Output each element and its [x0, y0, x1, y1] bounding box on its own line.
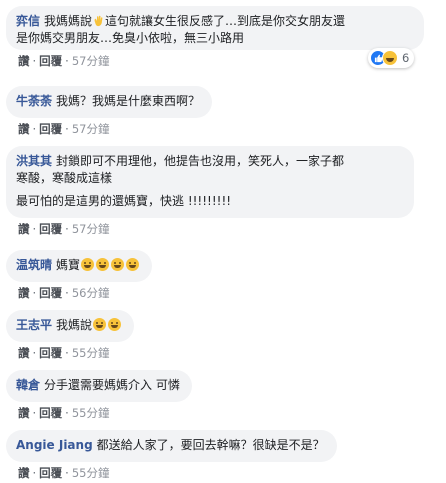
comment-item: 洪其其 封鎖即可不用理他，他提告也沒用，笑死人，一家子都 寒酸，寒酸成這樣 最可怕…	[6, 146, 414, 237]
comment-author[interactable]: 王志平	[16, 318, 52, 332]
comment-timestamp[interactable]: 57分鐘	[72, 54, 110, 68]
reply-link[interactable]: 回覆	[39, 466, 62, 480]
comment-text: 都送給人家了，要回去幹嘛？很缺是不是？	[96, 438, 325, 452]
comment-actions: 讚 · 回覆 · 57分鐘	[18, 122, 212, 137]
separator-dot: ·	[32, 406, 37, 420]
reaction-summary[interactable]: 6	[368, 48, 415, 68]
reply-link[interactable]: 回覆	[39, 286, 62, 300]
comment-text: 我媽媽說	[44, 14, 93, 28]
comment-actions: 讚 · 回覆 · 55分鐘	[18, 346, 134, 361]
comment-actions: 讚 · 回覆 · 57分鐘	[18, 222, 414, 237]
reply-link[interactable]: 回覆	[39, 54, 62, 68]
separator-dot: ·	[65, 406, 69, 420]
comment-item: 弈信 我媽媽說 這句就讓女生很反感了…到底是你交女朋友還 是你媽交男朋友…免臭小依啦…	[6, 6, 424, 69]
separator-dot: ·	[65, 122, 69, 136]
comment-actions: 讚 · 回覆 · 57分鐘	[18, 54, 424, 69]
like-link[interactable]: 讚	[18, 406, 30, 420]
comment-bubble: 温筑晴 媽寶	[6, 250, 153, 282]
separator-dot: ·	[32, 122, 37, 136]
separator-dot: ·	[65, 466, 69, 480]
like-link[interactable]: 讚	[18, 122, 30, 136]
comment-bubble: 王志平 我媽說	[6, 310, 135, 342]
reaction-count: 6	[402, 51, 410, 65]
comment-bubble: Angie Jiang 都送給人家了，要回去幹嘛？很缺是不是？	[6, 430, 337, 462]
like-link[interactable]: 讚	[18, 466, 30, 480]
reply-link[interactable]: 回覆	[39, 122, 62, 136]
comment-item: 牛荼荼 我媽？我媽是什麼東西啊？ 讚 · 回覆 · 57分鐘	[6, 86, 213, 137]
comment-thread: 弈信 我媽媽說 這句就讓女生很反感了…到底是你交女朋友還 是你媽交男朋友…免臭小依啦…	[0, 0, 446, 483]
comment-timestamp[interactable]: 56分鐘	[72, 286, 110, 300]
separator-dot: ·	[65, 346, 69, 360]
separator-dot: ·	[65, 286, 69, 300]
separator-dot: ·	[65, 54, 69, 68]
comment-text: 封鎖即可不用理他，他提告也沒用，笑死人，一家子都	[56, 154, 345, 168]
laughing-emoji-icon	[126, 258, 140, 271]
waving-hand-icon	[94, 15, 103, 27]
separator-dot: ·	[65, 222, 69, 236]
haha-icon	[382, 50, 398, 66]
comment-bubble: 洪其其 封鎖即可不用理他，他提告也沒用，笑死人，一家子都 寒酸，寒酸成這樣 最可怕…	[6, 146, 414, 218]
comment-item: 温筑晴 媽寶 讚 · 回覆 · 56分鐘	[6, 250, 153, 301]
comment-text: 我媽說	[56, 318, 93, 332]
comment-timestamp[interactable]: 55分鐘	[72, 346, 110, 360]
comment-text-line2: 是你媽交男朋友…免臭小依啦，無三小路用	[16, 31, 245, 45]
comment-item: 韓倉 分手還需要媽媽介入 可憐 讚 · 回覆 · 55分鐘	[6, 370, 192, 421]
comment-author[interactable]: 牛荼荼	[16, 94, 52, 108]
comment-text-line3: 最可怕的是這男的還媽寶，快逃 !!!!!!!!!	[16, 194, 232, 208]
comment-text: 媽寶	[56, 258, 81, 272]
comment-timestamp[interactable]: 57分鐘	[72, 222, 110, 236]
comment-author[interactable]: 洪其其	[16, 154, 52, 168]
comment-actions: 讚 · 回覆 · 55分鐘	[18, 466, 337, 481]
comment-text-line2: 寒酸，寒酸成這樣	[16, 171, 113, 185]
comment-bubble: 弈信 我媽媽說 這句就讓女生很反感了…到底是你交女朋友還 是你媽交男朋友…免臭小依啦…	[6, 6, 424, 50]
reply-link[interactable]: 回覆	[39, 222, 62, 236]
comment-author[interactable]: Angie Jiang	[16, 438, 93, 452]
separator-dot: ·	[32, 286, 37, 300]
laughing-emoji-icon	[93, 318, 107, 331]
separator-dot: ·	[32, 346, 37, 360]
separator-dot: ·	[32, 222, 37, 236]
comment-text: 分手還需要媽媽介入 可憐	[44, 378, 180, 392]
like-link[interactable]: 讚	[18, 54, 30, 68]
separator-dot: ·	[32, 54, 37, 68]
comment-author[interactable]: 韓倉	[16, 378, 40, 392]
comment-timestamp[interactable]: 55分鐘	[72, 406, 110, 420]
comment-timestamp[interactable]: 55分鐘	[72, 466, 110, 480]
comment-text-cont: 這句就讓女生很反感了…到底是你交女朋友還	[105, 14, 346, 28]
separator-dot: ·	[32, 466, 37, 480]
comment-timestamp[interactable]: 57分鐘	[72, 122, 110, 136]
laughing-emoji-icon	[96, 258, 110, 271]
comment-bubble: 牛荼荼 我媽？我媽是什麼東西啊？	[6, 86, 213, 118]
laughing-emoji-icon	[108, 318, 122, 331]
comment-actions: 讚 · 回覆 · 56分鐘	[18, 286, 152, 301]
laughing-emoji-icon	[111, 258, 125, 271]
reply-link[interactable]: 回覆	[39, 346, 62, 360]
like-link[interactable]: 讚	[18, 346, 30, 360]
comment-item: 王志平 我媽說 讚 · 回覆 · 55分鐘	[6, 310, 135, 361]
comment-author[interactable]: 温筑晴	[16, 258, 52, 272]
comment-actions: 讚 · 回覆 · 55分鐘	[18, 406, 192, 421]
comment-author[interactable]: 弈信	[16, 14, 40, 28]
like-link[interactable]: 讚	[18, 222, 30, 236]
comment-text: 我媽？我媽是什麼東西啊？	[56, 94, 201, 108]
comment-item: Angie Jiang 都送給人家了，要回去幹嘛？很缺是不是？ 讚 · 回覆 · 55分鐘	[6, 430, 337, 481]
like-link[interactable]: 讚	[18, 286, 30, 300]
comment-bubble: 韓倉 分手還需要媽媽介入 可憐	[6, 370, 192, 402]
laughing-emoji-icon	[81, 258, 95, 271]
reply-link[interactable]: 回覆	[39, 406, 62, 420]
